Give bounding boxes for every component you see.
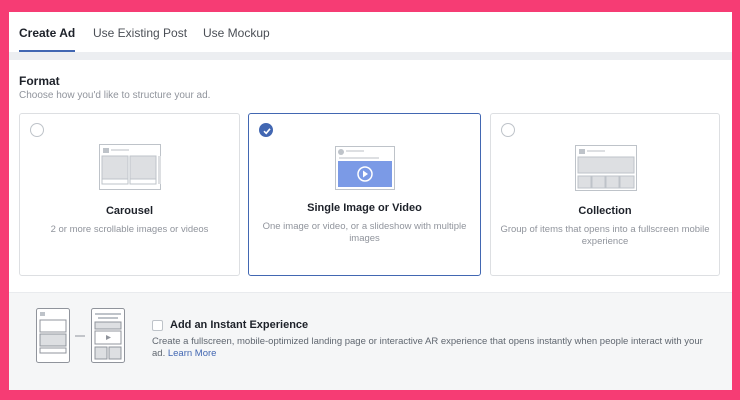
carousel-radio[interactable] (30, 123, 44, 137)
format-section: Format Choose how you'd like to structur… (9, 60, 732, 292)
single-image-thumbnail-icon (335, 146, 395, 190)
checkmark-icon (263, 128, 271, 135)
instant-experience-description: Create a fullscreen, mobile-optimized la… (152, 336, 712, 360)
format-option-carousel[interactable]: Carousel 2 or more scrollable images or … (19, 113, 240, 276)
format-option-single-image-or-video[interactable]: Single Image or Video One image or video… (248, 113, 481, 276)
carousel-title: Carousel (105, 205, 154, 217)
carousel-thumbnail-icon (99, 144, 161, 190)
single-image-title: Single Image or Video (307, 202, 422, 214)
format-title: Format (19, 74, 60, 88)
instant-experience-illustration-icon (36, 308, 125, 363)
instant-experience-description-text: Create a fullscreen, mobile-optimized la… (152, 336, 703, 359)
collection-description: Group of items that opens into a fullscr… (500, 224, 710, 247)
instant-experience-title: Add an Instant Experience (170, 319, 309, 331)
tab-use-existing-post[interactable]: Use Existing Post (93, 12, 187, 50)
collection-radio[interactable] (501, 123, 515, 137)
outer-frame: Create Ad Use Existing Post Use Mockup F… (0, 0, 740, 400)
instant-experience-section: Add an Instant Experience Create a fulls… (9, 292, 732, 390)
single-image-radio[interactable] (259, 123, 273, 137)
collection-title: Collection (578, 205, 632, 217)
tab-create-ad[interactable]: Create Ad (19, 12, 76, 52)
collection-thumbnail-icon (575, 145, 637, 191)
tab-bar: Create Ad Use Existing Post Use Mockup (9, 12, 732, 53)
learn-more-link[interactable]: Learn More (168, 348, 217, 359)
carousel-description: 2 or more scrollable images or videos (50, 224, 209, 235)
single-image-description: One image or video, or a slideshow with … (262, 221, 467, 244)
divider (9, 52, 732, 60)
format-subtitle: Choose how you'd like to structure your … (19, 90, 211, 101)
ad-creation-panel: Create Ad Use Existing Post Use Mockup F… (9, 12, 732, 390)
tab-use-mockup[interactable]: Use Mockup (203, 12, 270, 50)
instant-experience-checkbox[interactable] (152, 320, 163, 331)
format-option-collection[interactable]: Collection Group of items that opens int… (490, 113, 720, 276)
